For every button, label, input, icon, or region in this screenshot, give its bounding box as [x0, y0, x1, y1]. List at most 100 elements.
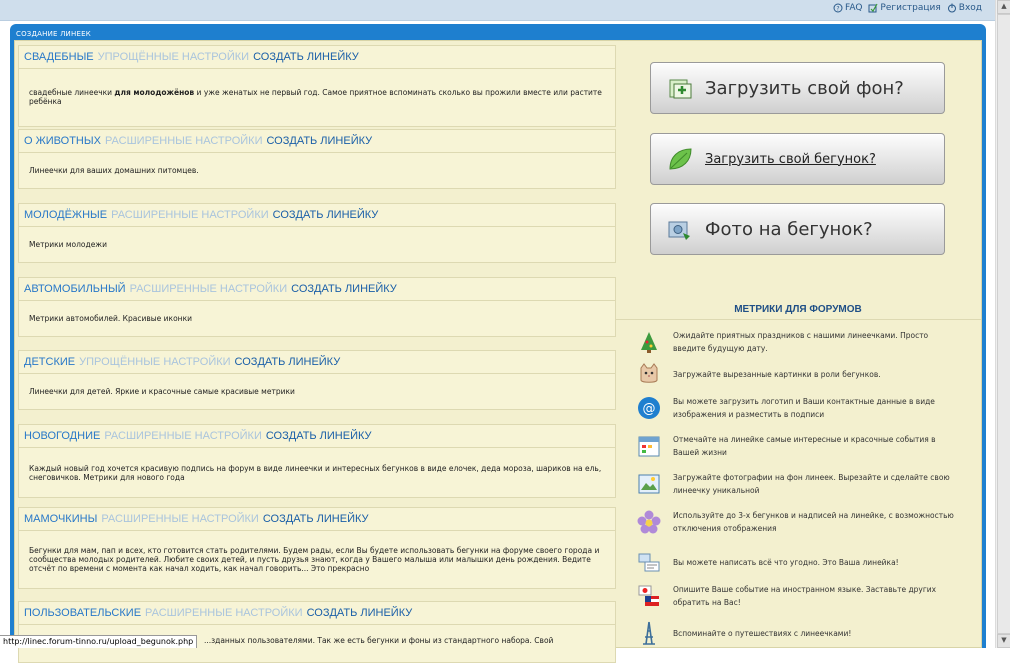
upload-background-button[interactable]: Загрузить свой фон? [650, 62, 945, 114]
category-name-link[interactable]: О животных [24, 135, 101, 147]
forum-metrics-title: МЕТРИКИ ДЛЯ ФОРУМОВ [615, 304, 981, 320]
category-header: Молодёжные Расширенные настройки Создать… [19, 204, 615, 227]
category-auto: Автомобильный Расширенные настройки Созд… [18, 277, 616, 337]
upload-background-icon [669, 79, 692, 99]
settings-link[interactable]: Расширенные настройки [105, 135, 263, 147]
feature-text: Вы можете написать всё что угодно. Это В… [673, 557, 899, 567]
feature-text: Вы можете загрузить логотип и Ваши конта… [673, 397, 935, 419]
top-links: ? FAQ Регистрация Вход [833, 3, 982, 13]
create-line-link[interactable]: Создать линейку [273, 209, 379, 221]
login-link[interactable]: Вход [947, 3, 982, 13]
register-link[interactable]: Регистрация [868, 3, 941, 13]
category-header: Пользовательские Расширенные настройки С… [19, 602, 615, 625]
photo-runner-label: Фото на бегунок? [705, 218, 873, 240]
category-description: свадебные линеечки для молодожёнов и уже… [19, 69, 615, 125]
category-newyear: Новогодние Расширенные настройки Создать… [18, 424, 616, 498]
feature-text: Загружайте фотографии на фон линеек. Выр… [673, 473, 950, 495]
create-line-link[interactable]: Создать линейку [291, 283, 397, 295]
category-name-link[interactable]: Новогодние [24, 430, 100, 442]
scroll-thumb[interactable] [997, 14, 1010, 634]
photo-runner-button[interactable]: Фото на бегунок? [650, 203, 945, 255]
scroll-down-button[interactable]: ▼ [997, 634, 1010, 648]
upload-background-label: Загрузить свой фон? [705, 77, 904, 99]
description-text: Метрики молодежи [29, 240, 107, 249]
description-bold: для молодожёнов [114, 88, 195, 97]
leaf-icon [669, 148, 692, 170]
settings-link[interactable]: Расширенные настройки [101, 513, 259, 525]
description-text: Каждый новый год хочется красивую подпис… [29, 463, 602, 482]
feature-item: Опишите Ваше событие на иностранном язык… [637, 583, 957, 609]
login-icon [947, 3, 956, 13]
create-line-link[interactable]: Создать линейку [253, 51, 359, 63]
feature-item: Вы можете написать всё что угодно. Это В… [637, 550, 957, 574]
vertical-scrollbar[interactable]: ▲ ▼ [995, 0, 1010, 648]
svg-text:?: ? [836, 6, 839, 13]
category-user: Пользовательские Расширенные настройки С… [18, 601, 616, 663]
scroll-up-button[interactable]: ▲ [997, 0, 1010, 14]
cat-icon [640, 363, 658, 383]
category-header: Автомобильный Расширенные настройки Созд… [19, 278, 615, 301]
description-text: ...зданных пользователями. Так же есть б… [204, 635, 554, 645]
feature-text: Загружайте вырезанные картинки в роли бе… [673, 369, 881, 379]
help-icon: ? [833, 3, 843, 13]
calendar-icon [638, 436, 660, 457]
settings-link[interactable]: Упрощённые настройки [79, 356, 230, 368]
feature-item: @ Вы можете загрузить логотип и Ваши кон… [637, 395, 957, 421]
register-icon [868, 3, 878, 13]
settings-link[interactable]: Расширенные настройки [145, 607, 303, 619]
category-name-link[interactable]: Пользовательские [24, 607, 141, 619]
create-line-link[interactable]: Создать линейку [266, 135, 372, 147]
upload-runner-label: Загрузить свой бегунок? [705, 151, 876, 167]
photo-icon [668, 221, 690, 240]
top-bar: ? FAQ Регистрация Вход [0, 0, 996, 21]
settings-link[interactable]: Расширенные настройки [130, 283, 288, 295]
picture-icon [638, 474, 660, 494]
category-description: Бегунки для мам, пап и всех, кто готовит… [19, 531, 615, 588]
faq-link[interactable]: ? FAQ [833, 3, 862, 13]
category-description: Метрики автомобилей. Красивые иконки [19, 301, 615, 336]
panel-title: СОЗДАНИЕ ЛИНЕЕК [16, 30, 91, 38]
faq-label: FAQ [844, 3, 863, 13]
christmas-tree-icon [641, 332, 657, 353]
feature-text: Ожидайте приятных праздников с нашими ли… [673, 331, 929, 353]
settings-link[interactable]: Упрощённые настройки [98, 51, 249, 63]
category-header: О животных Расширенные настройки Создать… [19, 130, 615, 153]
category-name-link[interactable]: Свадебные [24, 51, 94, 63]
description-text: Бегунки для мам, пап и всех, кто готовит… [29, 546, 600, 573]
upload-runner-button[interactable]: Загрузить свой бегунок? [650, 133, 945, 185]
category-name-link[interactable]: Мамочкины [24, 513, 97, 525]
text-icon [638, 553, 660, 572]
svg-text:@: @ [643, 402, 656, 417]
create-line-link[interactable]: Создать линейку [263, 513, 369, 525]
create-line-link[interactable]: Создать линейку [266, 430, 372, 442]
category-name-link[interactable]: Автомобильный [24, 283, 126, 295]
category-header: Детские Упрощённые настройки Создать лин… [19, 351, 615, 374]
category-name-link[interactable]: Молодёжные [24, 209, 107, 221]
panel-body: Свадебные Упрощённые настройки Создать л… [14, 40, 982, 663]
category-name-link[interactable]: Детские [24, 356, 75, 368]
description-text: Линеечки для детей. Яркие и красочные са… [29, 387, 295, 396]
feature-item: Загружайте вырезанные картинки в роли бе… [637, 362, 957, 386]
feature-text: Используйте до 3-х бегунков и надписей н… [673, 511, 954, 533]
feature-item: Используйте до 3-х бегунков и надписей н… [637, 509, 957, 535]
description-text: свадебные линеечки [29, 88, 115, 97]
at-icon: @ [638, 397, 660, 419]
description-text: Метрики автомобилей. Красивые иконки [29, 314, 192, 323]
description-text: Линеечки для ваших домашних питомцев. [29, 166, 199, 175]
category-moms: Мамочкины Расширенные настройки Создать … [18, 507, 616, 589]
category-kids: Детские Упрощённые настройки Создать лин… [18, 350, 616, 410]
flower-icon [637, 510, 661, 534]
eiffel-tower-icon [643, 621, 655, 645]
feature-item: Отмечайте на линейке самые интересные и … [637, 433, 957, 459]
feature-text: Отмечайте на линейке самые интересные и … [673, 435, 936, 457]
category-animals: О животных Расширенные настройки Создать… [18, 129, 616, 189]
settings-link[interactable]: Расширенные настройки [111, 209, 269, 221]
browser-status-url: http://linec.forum-tinno.ru/upload_begun… [0, 635, 198, 648]
category-wedding: Свадебные Упрощённые настройки Создать л… [18, 45, 616, 127]
settings-link[interactable]: Расширенные настройки [104, 430, 262, 442]
feature-item: Ожидайте приятных праздников с нашими ли… [637, 329, 957, 355]
category-header: Новогодние Расширенные настройки Создать… [19, 425, 615, 448]
create-line-link[interactable]: Создать линейку [235, 356, 341, 368]
feature-text: Опишите Ваше событие на иностранном язык… [673, 585, 937, 607]
create-line-link[interactable]: Создать линейку [307, 607, 413, 619]
